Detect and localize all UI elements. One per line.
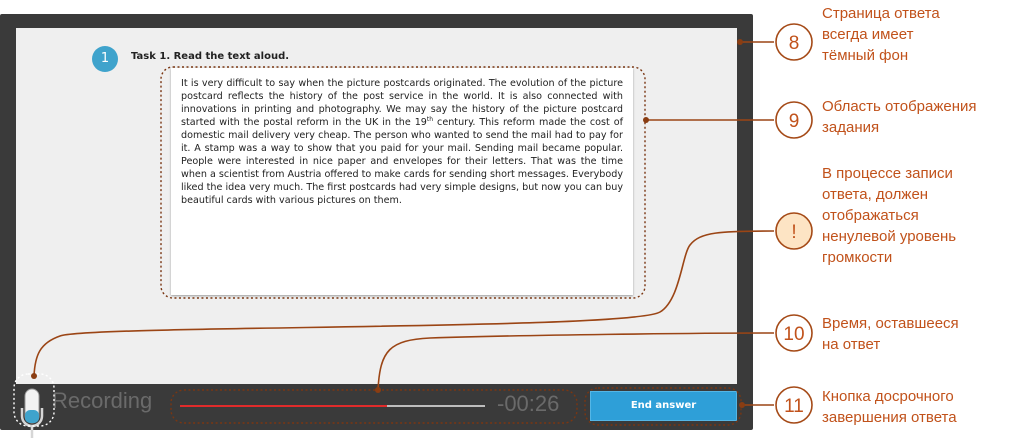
annotation-note-11: Кнопка досрочного завершения ответа <box>822 386 957 428</box>
answer-window: 1 Task 1. Read the text aloud. It is ver… <box>0 14 753 438</box>
annotation-note-10: Время, оставшееся на ответ <box>822 313 959 355</box>
annotation-line: Область отображения <box>822 98 977 115</box>
annotation-line: тёмный фон <box>822 47 909 64</box>
remaining-time: -00:26 <box>497 391 560 416</box>
annotation-note-9: Область отображения задания <box>822 96 977 138</box>
annotation-note-8: Страница ответа всегда имеет тёмный фон <box>822 3 940 66</box>
annotation-line: завершения ответа <box>822 409 957 426</box>
annotation-line: Кнопка досрочного <box>822 388 954 405</box>
task-area: 1 Task 1. Read the text aloud. It is ver… <box>16 28 737 384</box>
annotation-line: на ответ <box>822 336 881 353</box>
time-progress-fill <box>180 405 388 407</box>
annotation-line: громкости <box>822 249 893 266</box>
annotation-line: отображаться <box>822 207 919 224</box>
annotation-line: В процессе записи <box>822 165 953 182</box>
annotation-line: Время, оставшееся <box>822 315 959 332</box>
annotation-note-volume: В процессе записи ответа, должен отображат… <box>822 163 956 268</box>
annotation-line: Страница ответа <box>822 5 940 22</box>
microphone-icon <box>20 388 44 438</box>
task-title: Task 1. Read the text aloud. <box>131 51 290 62</box>
task-text-part-2: century. This reform made the cost of do… <box>181 117 623 206</box>
recording-status-label: Recording <box>52 388 153 413</box>
annotation-line: задания <box>822 119 880 136</box>
annotation-line: ответа, должен <box>822 186 929 203</box>
annotation-line: ненулевой уровень <box>822 228 957 245</box>
task-number-badge: 1 <box>92 46 118 72</box>
end-answer-button[interactable]: End answer <box>590 391 737 421</box>
annotation-line: всегда имеет <box>822 26 914 43</box>
task-text: It is very difficult to say when the pic… <box>171 68 633 295</box>
time-progress-bar <box>180 405 485 407</box>
